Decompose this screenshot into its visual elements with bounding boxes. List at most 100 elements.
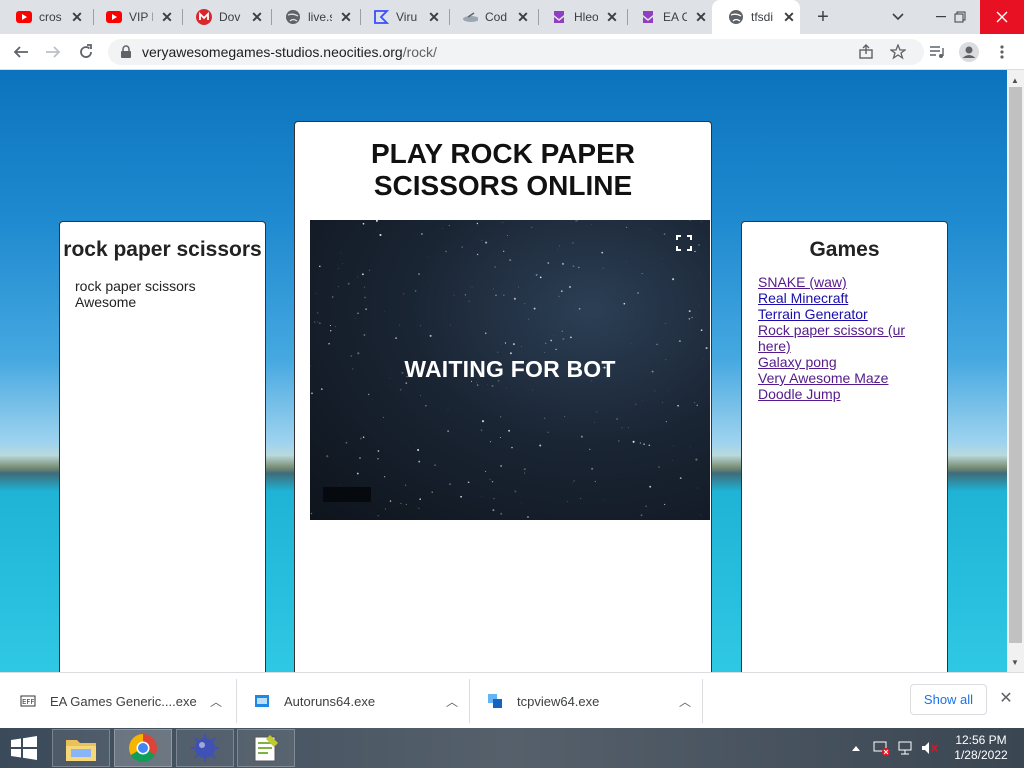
- tab-title: VIP I: [129, 10, 153, 24]
- star: [421, 233, 423, 235]
- star: [544, 352, 545, 353]
- tab[interactable]: cros ✕: [0, 0, 93, 34]
- star: [567, 501, 568, 502]
- star: [377, 450, 380, 452]
- twitch-icon: [551, 9, 567, 25]
- app-button[interactable]: [176, 729, 234, 767]
- volume-muted-icon[interactable]: [921, 728, 939, 768]
- close-window-button[interactable]: [980, 0, 1024, 34]
- tab-title: Cod: [485, 10, 508, 24]
- close-icon[interactable]: ✕: [159, 9, 175, 25]
- star: [640, 514, 643, 517]
- exe-file-icon: EFF: [20, 695, 36, 707]
- file-explorer-button[interactable]: [52, 729, 110, 767]
- chevron-up-icon[interactable]: ︿: [677, 693, 693, 710]
- close-icon[interactable]: ✕: [998, 691, 1014, 707]
- taskbar-clock[interactable]: 12:56 PM 1/28/2022: [946, 733, 1016, 763]
- star: [577, 220, 579, 222]
- close-icon[interactable]: ✕: [693, 9, 709, 25]
- forward-button[interactable]: [41, 40, 65, 64]
- address-bar[interactable]: veryawesomegames-studios.neocities.org/r…: [108, 39, 924, 65]
- star: [572, 265, 575, 268]
- game-link-minecraft[interactable]: Real Minecraft: [758, 290, 848, 306]
- download-item[interactable]: tcpview64.exe ︿: [487, 673, 693, 729]
- star: [550, 339, 553, 342]
- game-link-snake[interactable]: SNAKE (waw): [758, 274, 847, 290]
- fullscreen-icon[interactable]: [676, 235, 692, 251]
- star: [484, 470, 487, 473]
- star: [356, 472, 359, 475]
- tab[interactable]: EA C ✕: [624, 0, 712, 34]
- star: [495, 294, 497, 297]
- star-icon[interactable]: [890, 44, 906, 60]
- star: [337, 268, 339, 269]
- game-link-rock-paper-scissors[interactable]: Rock paper scissors (ur here): [758, 322, 905, 354]
- star: [434, 464, 436, 466]
- windows-start-icon[interactable]: [10, 736, 38, 760]
- star: [662, 401, 663, 403]
- download-item[interactable]: EFF EA Games Generic....exe ︿: [20, 673, 224, 729]
- scrollbar-thumb[interactable]: [1009, 87, 1022, 643]
- scroll-up-icon[interactable]: ▲: [1011, 76, 1019, 85]
- new-tab-button[interactable]: +: [812, 6, 834, 28]
- star: [311, 392, 313, 395]
- star: [663, 233, 666, 235]
- tray-overflow-icon[interactable]: [852, 728, 860, 768]
- game-link-galaxy-pong[interactable]: Galaxy pong: [758, 354, 837, 370]
- back-button[interactable]: [9, 40, 33, 64]
- close-icon[interactable]: ✕: [69, 9, 85, 25]
- tab[interactable]: Dov ✕: [180, 0, 273, 34]
- game-link-terrain[interactable]: Terrain Generator: [758, 306, 868, 322]
- star: [395, 337, 397, 339]
- game-link-doodle-jump[interactable]: Doodle Jump: [758, 386, 841, 402]
- game-link-maze[interactable]: Very Awesome Maze: [758, 370, 888, 386]
- tab[interactable]: Cod ✕: [446, 0, 539, 34]
- network-error-icon[interactable]: [873, 728, 891, 768]
- chrome-button[interactable]: [114, 729, 172, 767]
- close-icon[interactable]: ✕: [338, 9, 354, 25]
- restore-button[interactable]: [938, 0, 982, 34]
- menu-button[interactable]: [990, 40, 1014, 64]
- tab-active[interactable]: tfsdi ✕: [712, 0, 800, 34]
- tab-search-button[interactable]: [876, 0, 920, 34]
- chevron-up-icon[interactable]: ︿: [444, 693, 460, 710]
- star: [398, 324, 400, 326]
- star: [491, 384, 494, 388]
- close-icon[interactable]: ✕: [249, 9, 265, 25]
- close-icon[interactable]: ✕: [426, 9, 442, 25]
- close-icon[interactable]: ✕: [515, 9, 531, 25]
- tab-title: Hleo: [574, 10, 598, 24]
- tab[interactable]: Hleo ✕: [535, 0, 628, 34]
- star: [371, 399, 373, 400]
- star: [328, 342, 330, 345]
- url-text: veryawesomegames-studios.neocities.org/r…: [142, 44, 437, 60]
- share-icon[interactable]: [858, 44, 874, 60]
- close-icon[interactable]: ✕: [604, 9, 620, 25]
- media-control-button[interactable]: [925, 40, 949, 64]
- scroll-down-icon[interactable]: ▼: [1011, 658, 1019, 667]
- tab[interactable]: live.s ✕: [269, 0, 362, 34]
- tab[interactable]: VIP I ✕: [90, 0, 183, 34]
- notepadpp-button[interactable]: [237, 729, 295, 767]
- star: [705, 347, 708, 350]
- tab[interactable]: Viru ✕: [357, 0, 450, 34]
- page-scrollbar[interactable]: ▲ ▼: [1007, 70, 1024, 672]
- star: [572, 242, 574, 244]
- profile-button[interactable]: [957, 40, 981, 64]
- star: [340, 484, 342, 485]
- star: [625, 226, 628, 229]
- download-item[interactable]: Autoruns64.exe ︿: [254, 673, 460, 729]
- close-icon: [996, 11, 1008, 23]
- game-canvas[interactable]: WAITING FOR BOT: [310, 220, 710, 520]
- spiky-ball-icon: [191, 734, 219, 762]
- network-icon[interactable]: [897, 728, 915, 768]
- chevron-up-icon[interactable]: ︿: [208, 693, 224, 710]
- reload-button[interactable]: [74, 40, 98, 64]
- star: [481, 420, 485, 423]
- youtube-icon: [106, 9, 122, 25]
- star: [468, 300, 470, 303]
- star: [520, 346, 522, 347]
- star: [448, 225, 450, 226]
- show-all-button[interactable]: Show all: [910, 684, 987, 715]
- close-icon[interactable]: ✕: [781, 9, 797, 25]
